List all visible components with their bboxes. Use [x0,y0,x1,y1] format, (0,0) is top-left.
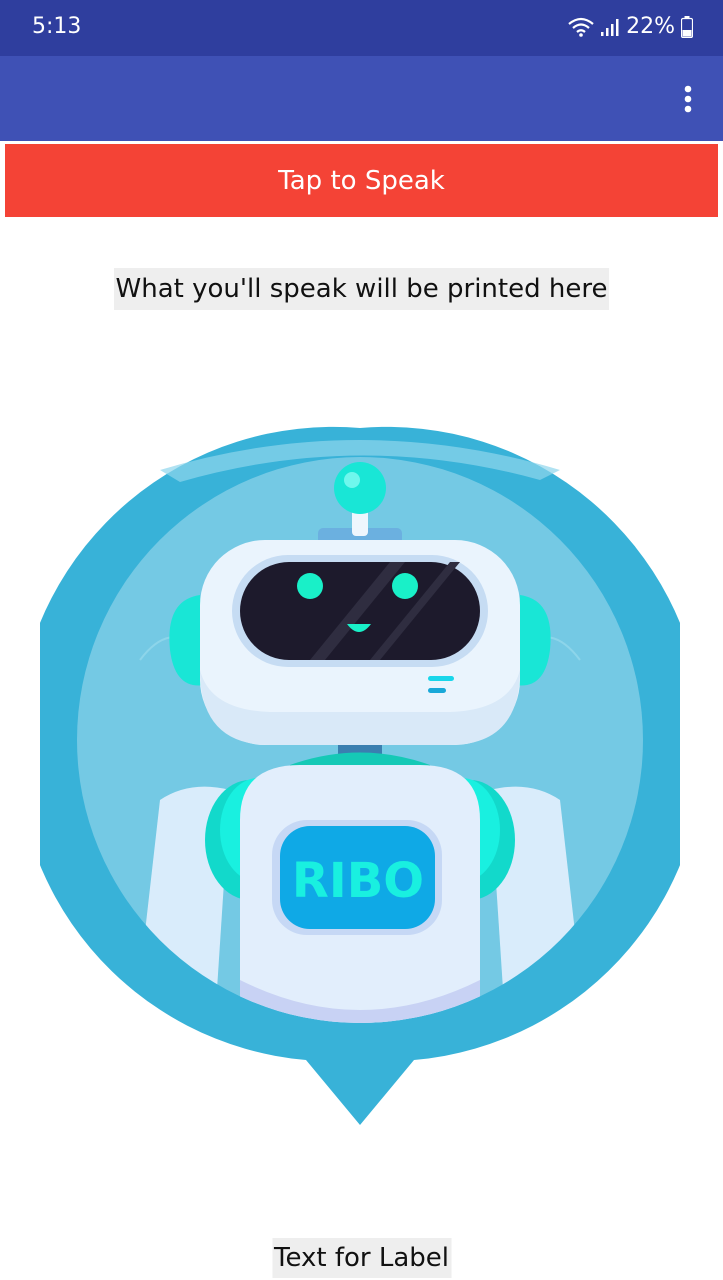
battery-percent: 22% [626,14,675,39]
app-bar [0,56,723,141]
speech-output-text: What you'll speak will be printed here [113,268,610,310]
signal-icon [600,17,620,37]
more-vert-icon[interactable] [671,82,705,116]
tap-to-speak-button[interactable]: Tap to Speak [5,144,718,217]
battery-icon [681,15,693,38]
status-time: 5:13 [32,14,82,39]
robot-illustration: RIBO [15,420,705,1130]
bottom-label: Text for Label [271,1238,452,1278]
wifi-icon [568,17,594,37]
robot-badge-text: RIBO [292,853,424,909]
status-icons: 22% [568,14,693,39]
status-bar: 5:13 22% [0,0,723,56]
